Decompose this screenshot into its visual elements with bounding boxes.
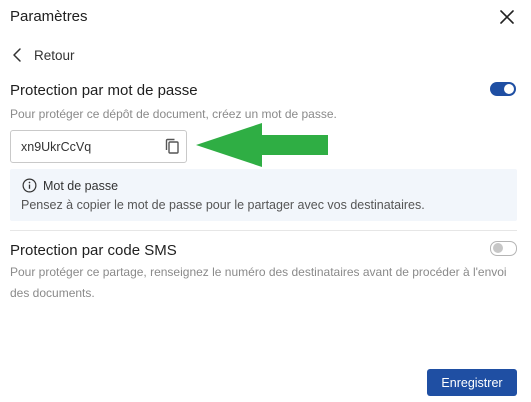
close-icon[interactable] [500,10,514,24]
back-link[interactable]: Retour [10,44,75,66]
password-protection-toggle[interactable] [490,82,516,96]
sms-protection-description-line2: des documents. [10,286,95,300]
info-header: Mot de passe [22,178,118,193]
dialog-title: Paramètres [10,8,88,25]
toggle-knob [493,243,503,253]
back-label: Retour [34,47,75,63]
sms-protection-title: Protection par code SMS [10,242,177,259]
section-divider [10,230,517,231]
copy-password-button[interactable] [162,137,182,157]
password-info-box: Mot de passe Pensez à copier le mot de p… [10,169,517,221]
close-button[interactable] [496,6,518,28]
password-field[interactable]: xn9UkrCcVq [10,130,187,163]
password-protection-description: Pour protéger ce dépôt de document, crée… [10,107,337,121]
copy-icon[interactable] [164,138,180,155]
info-title: Mot de passe [43,178,119,193]
sms-protection-description-line1: Pour protéger ce partage, renseignez le … [10,265,507,279]
chevron-left-icon [13,48,21,62]
toggle-knob [504,84,514,94]
green-arrow-annotation [196,123,328,167]
password-value[interactable]: xn9UkrCcVq [21,140,162,154]
save-button[interactable]: Enregistrer [427,369,517,396]
info-text: Pensez à copier le mot de passe pour le … [21,198,425,212]
password-protection-title: Protection par mot de passe [10,82,198,99]
info-icon [22,178,37,193]
sms-protection-toggle[interactable] [490,241,517,256]
